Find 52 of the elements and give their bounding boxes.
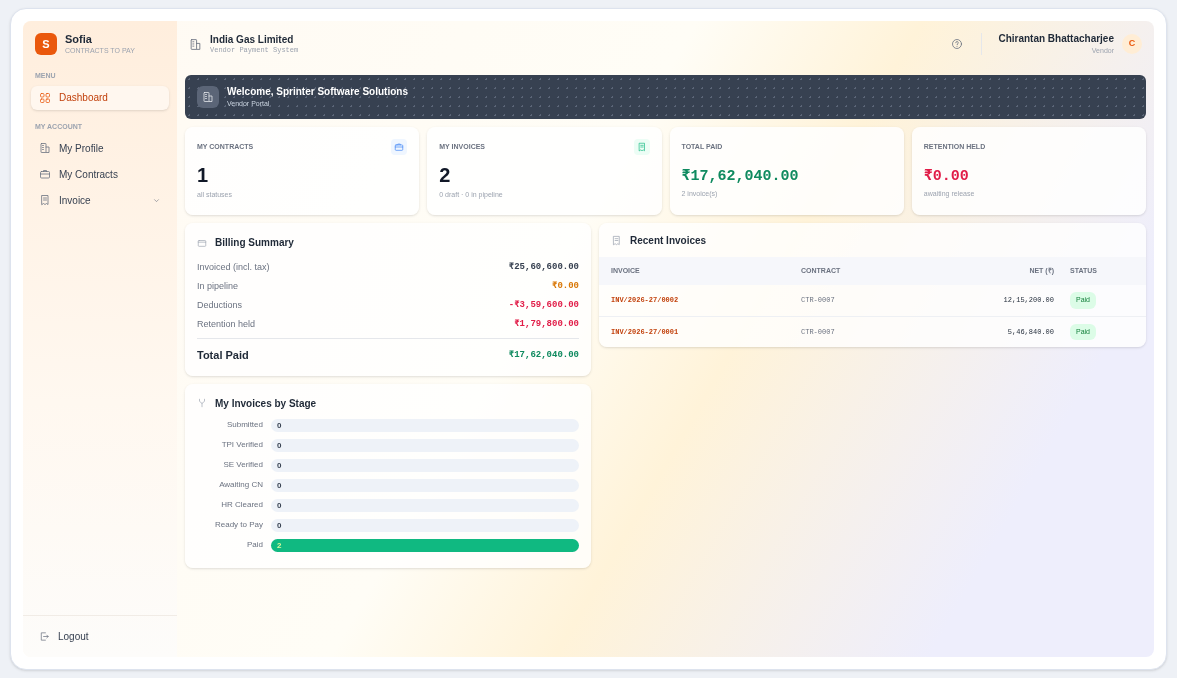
summary-label: Invoiced (incl. tax) [197,260,270,274]
user-name: Chirantan Bhattacharjee [998,34,1114,44]
stage-label: SE Verified [222,459,263,471]
stage-count: 0 [277,519,282,532]
welcome-title: Welcome, Sprinter Software Solutions [227,87,408,97]
stage-label: Awaiting CN [218,479,263,491]
app-name: Sofia [65,34,93,45]
receipt-icon [611,234,622,246]
branch-icon [197,398,207,408]
grid-icon [39,91,51,104]
stage-count: 0 [277,459,282,472]
stat-value: 1 [197,165,210,185]
stat-value: ₹17,62,040.00 [681,169,800,184]
briefcase-icon [39,168,51,180]
stage-count: 0 [277,499,282,512]
building-icon [189,37,202,51]
help-icon [951,38,964,50]
summary-value: ₹0.00 [551,279,579,293]
summary-label: Deductions [197,298,243,312]
sidebar-item[interactable]: Invoice [31,188,169,212]
building-icon [202,91,214,103]
stage-label: TPI Verified [220,439,263,451]
summary-value: -₹3,59,600.00 [508,298,579,312]
stage-count: 0 [277,479,282,492]
sidebar-item[interactable]: My Profile [31,136,169,160]
logout-icon [39,631,50,642]
summary-value: ₹1,79,800.00 [514,317,579,331]
sidebar-item[interactable]: Dashboard [31,85,169,110]
wallet-icon [197,237,207,248]
logo-badge: S [35,33,57,55]
stage-label: Submitted [225,419,263,431]
card-title: Billing Summary [215,236,294,250]
card-title: My Invoices by Stage [215,396,317,411]
stat-value: ₹0.00 [923,169,970,184]
total-value: ₹17,62,040.00 [508,348,579,362]
company-name: India Gas Limited [210,34,295,45]
summary-label: In pipeline [197,279,239,293]
stage-count: 2 [277,539,282,552]
sidebar-item[interactable]: My Contracts [31,162,169,186]
building-icon [39,142,51,154]
logout-link[interactable]: Logout [39,629,89,644]
stage-count: 0 [277,439,282,452]
total-label: Total Paid [197,348,249,363]
stage-count: 0 [277,419,282,432]
summary-label: Retention held [197,317,256,331]
stage-label: Ready to Pay [213,519,263,531]
receipt-icon [39,194,51,206]
stage-label: HR Cleared [220,499,263,511]
stage-label: Paid [246,539,263,551]
summary-value: ₹25,60,600.00 [508,260,579,274]
card-title: Recent Invoices [630,233,707,248]
stat-value: 2 [439,165,452,185]
